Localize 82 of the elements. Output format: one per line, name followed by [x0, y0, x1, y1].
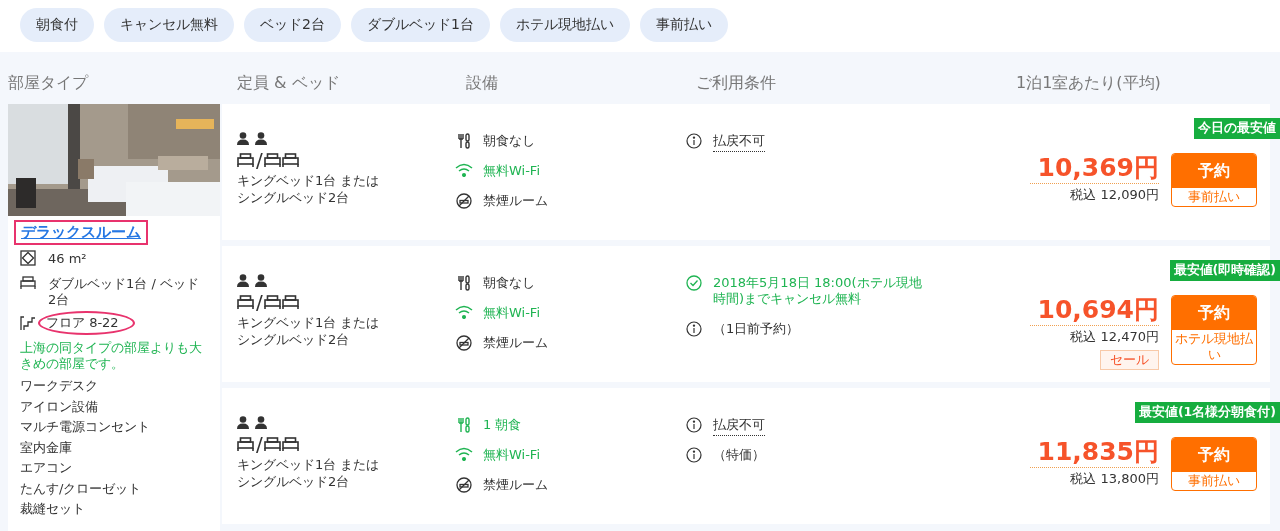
tax-included-price: 税込 12,090円 [1070, 186, 1159, 204]
price: 10,369円 [1029, 153, 1159, 184]
condition-text[interactable]: 払戻不可 [713, 417, 765, 436]
column-header: 定員 & ベッド [236, 72, 341, 94]
no-smoking-icon [456, 477, 472, 493]
no-smoking-icon [456, 335, 472, 351]
room-detail: 46 m² [47, 250, 88, 268]
filter-chip[interactable]: 事前払い [639, 8, 728, 42]
bed-description: キングベッド1台 またはシングルベッド2台 [237, 172, 381, 206]
column-header: 1泊1室あたり(平均) [1015, 72, 1162, 94]
best-price-badge: 最安値(1名様分朝食付) [1134, 402, 1280, 423]
condition-text: （1日前予約） [713, 321, 800, 336]
room-detail: ダブルベッド1台 / ベッド2台 [47, 275, 200, 309]
price: 10,694円 [1029, 295, 1159, 326]
condition-text: 2018年5月18日 18:00(ホテル現地時間)までキャンセル無料 [713, 275, 922, 306]
bed-icon [237, 152, 255, 168]
facility-label: 禁煙ルーム [483, 477, 548, 493]
column-header: 設備 [465, 72, 499, 94]
info-icon [686, 133, 702, 149]
fork-knife-icon [458, 133, 470, 149]
person-icon [255, 131, 267, 145]
tax-included-price: 税込 12,470円 [1070, 328, 1159, 346]
square-icon [20, 250, 36, 266]
separator-slash: / [256, 434, 263, 454]
wifi-icon [455, 447, 473, 461]
condition-text: （特価） [713, 447, 765, 462]
info-icon [686, 321, 702, 337]
facility-label: 禁煙ルーム [483, 335, 548, 351]
amenity-item: エアコン [19, 459, 73, 477]
amenity-item: 裁縫セット [19, 500, 86, 518]
best-price-badge: 最安値(即時確認) [1169, 260, 1280, 281]
wifi-icon [455, 163, 473, 177]
person-icon [237, 131, 249, 145]
person-icon [255, 415, 267, 429]
facility-label: 無料Wi-Fi [483, 447, 540, 463]
amenity-item: マルチ電源コンセント [19, 418, 151, 436]
filter-chip[interactable]: ベッド2台 [244, 8, 341, 42]
info-icon [686, 447, 702, 463]
separator-slash: / [256, 292, 263, 312]
filter-chip[interactable]: ダブルベッド1台 [350, 8, 490, 42]
room-note: 上海の同タイプの部屋よりも大きめの部屋です。 [19, 339, 203, 373]
info-icon [686, 417, 702, 433]
facility-label: 無料Wi-Fi [483, 305, 540, 321]
person-icon [237, 415, 249, 429]
condition-text[interactable]: 払戻不可 [713, 133, 765, 152]
amenity-item: 室内金庫 [19, 438, 73, 457]
bed-icon [237, 294, 255, 310]
facility-label: 禁煙ルーム [483, 193, 548, 209]
facility-label: 1 朝食 [483, 417, 522, 433]
amenity-item: たんす/クローゼット [19, 479, 143, 498]
fork-knife-icon [458, 417, 470, 433]
facility-label: 朝食なし [483, 275, 535, 291]
bed-description: キングベッド1台 またはシングルベッド2台 [237, 314, 381, 348]
facility-label: 朝食なし [483, 133, 535, 149]
bed-icon [20, 275, 36, 289]
bed-icon [263, 436, 300, 452]
separator-slash: / [256, 150, 263, 170]
filter-chip[interactable]: ホテル現地払い [499, 8, 630, 42]
amenity-item: アイロン設備 [19, 397, 99, 416]
column-header: 部屋タイプ [7, 72, 90, 94]
filter-chip[interactable]: キャンセル無料 [104, 8, 234, 42]
column-header: ご利用条件 [695, 72, 777, 94]
bed-icon [237, 436, 255, 452]
amenity-item: ワークデスク [19, 377, 99, 395]
person-icon [255, 273, 267, 287]
person-icon [237, 273, 249, 287]
room-detail: フロア 8-22 [38, 311, 135, 335]
filter-chip[interactable]: 朝食付 [20, 8, 94, 42]
stairs-icon [20, 315, 36, 331]
best-price-badge: 今日の最安値 [1194, 118, 1280, 139]
sale-tag: セール [1100, 350, 1159, 370]
wifi-icon [455, 305, 473, 319]
tax-included-price: 税込 13,800円 [1070, 470, 1159, 488]
no-smoking-icon [456, 193, 472, 209]
bed-description: キングベッド1台 またはシングルベッド2台 [237, 456, 381, 490]
room-name-link[interactable]: デラックスルーム [14, 220, 148, 245]
check-circle-icon [686, 275, 702, 291]
fork-knife-icon [458, 275, 470, 291]
bed-icon [263, 152, 300, 168]
facility-label: 無料Wi-Fi [483, 163, 540, 179]
price: 11,835円 [1029, 437, 1159, 468]
bed-icon [263, 294, 300, 310]
